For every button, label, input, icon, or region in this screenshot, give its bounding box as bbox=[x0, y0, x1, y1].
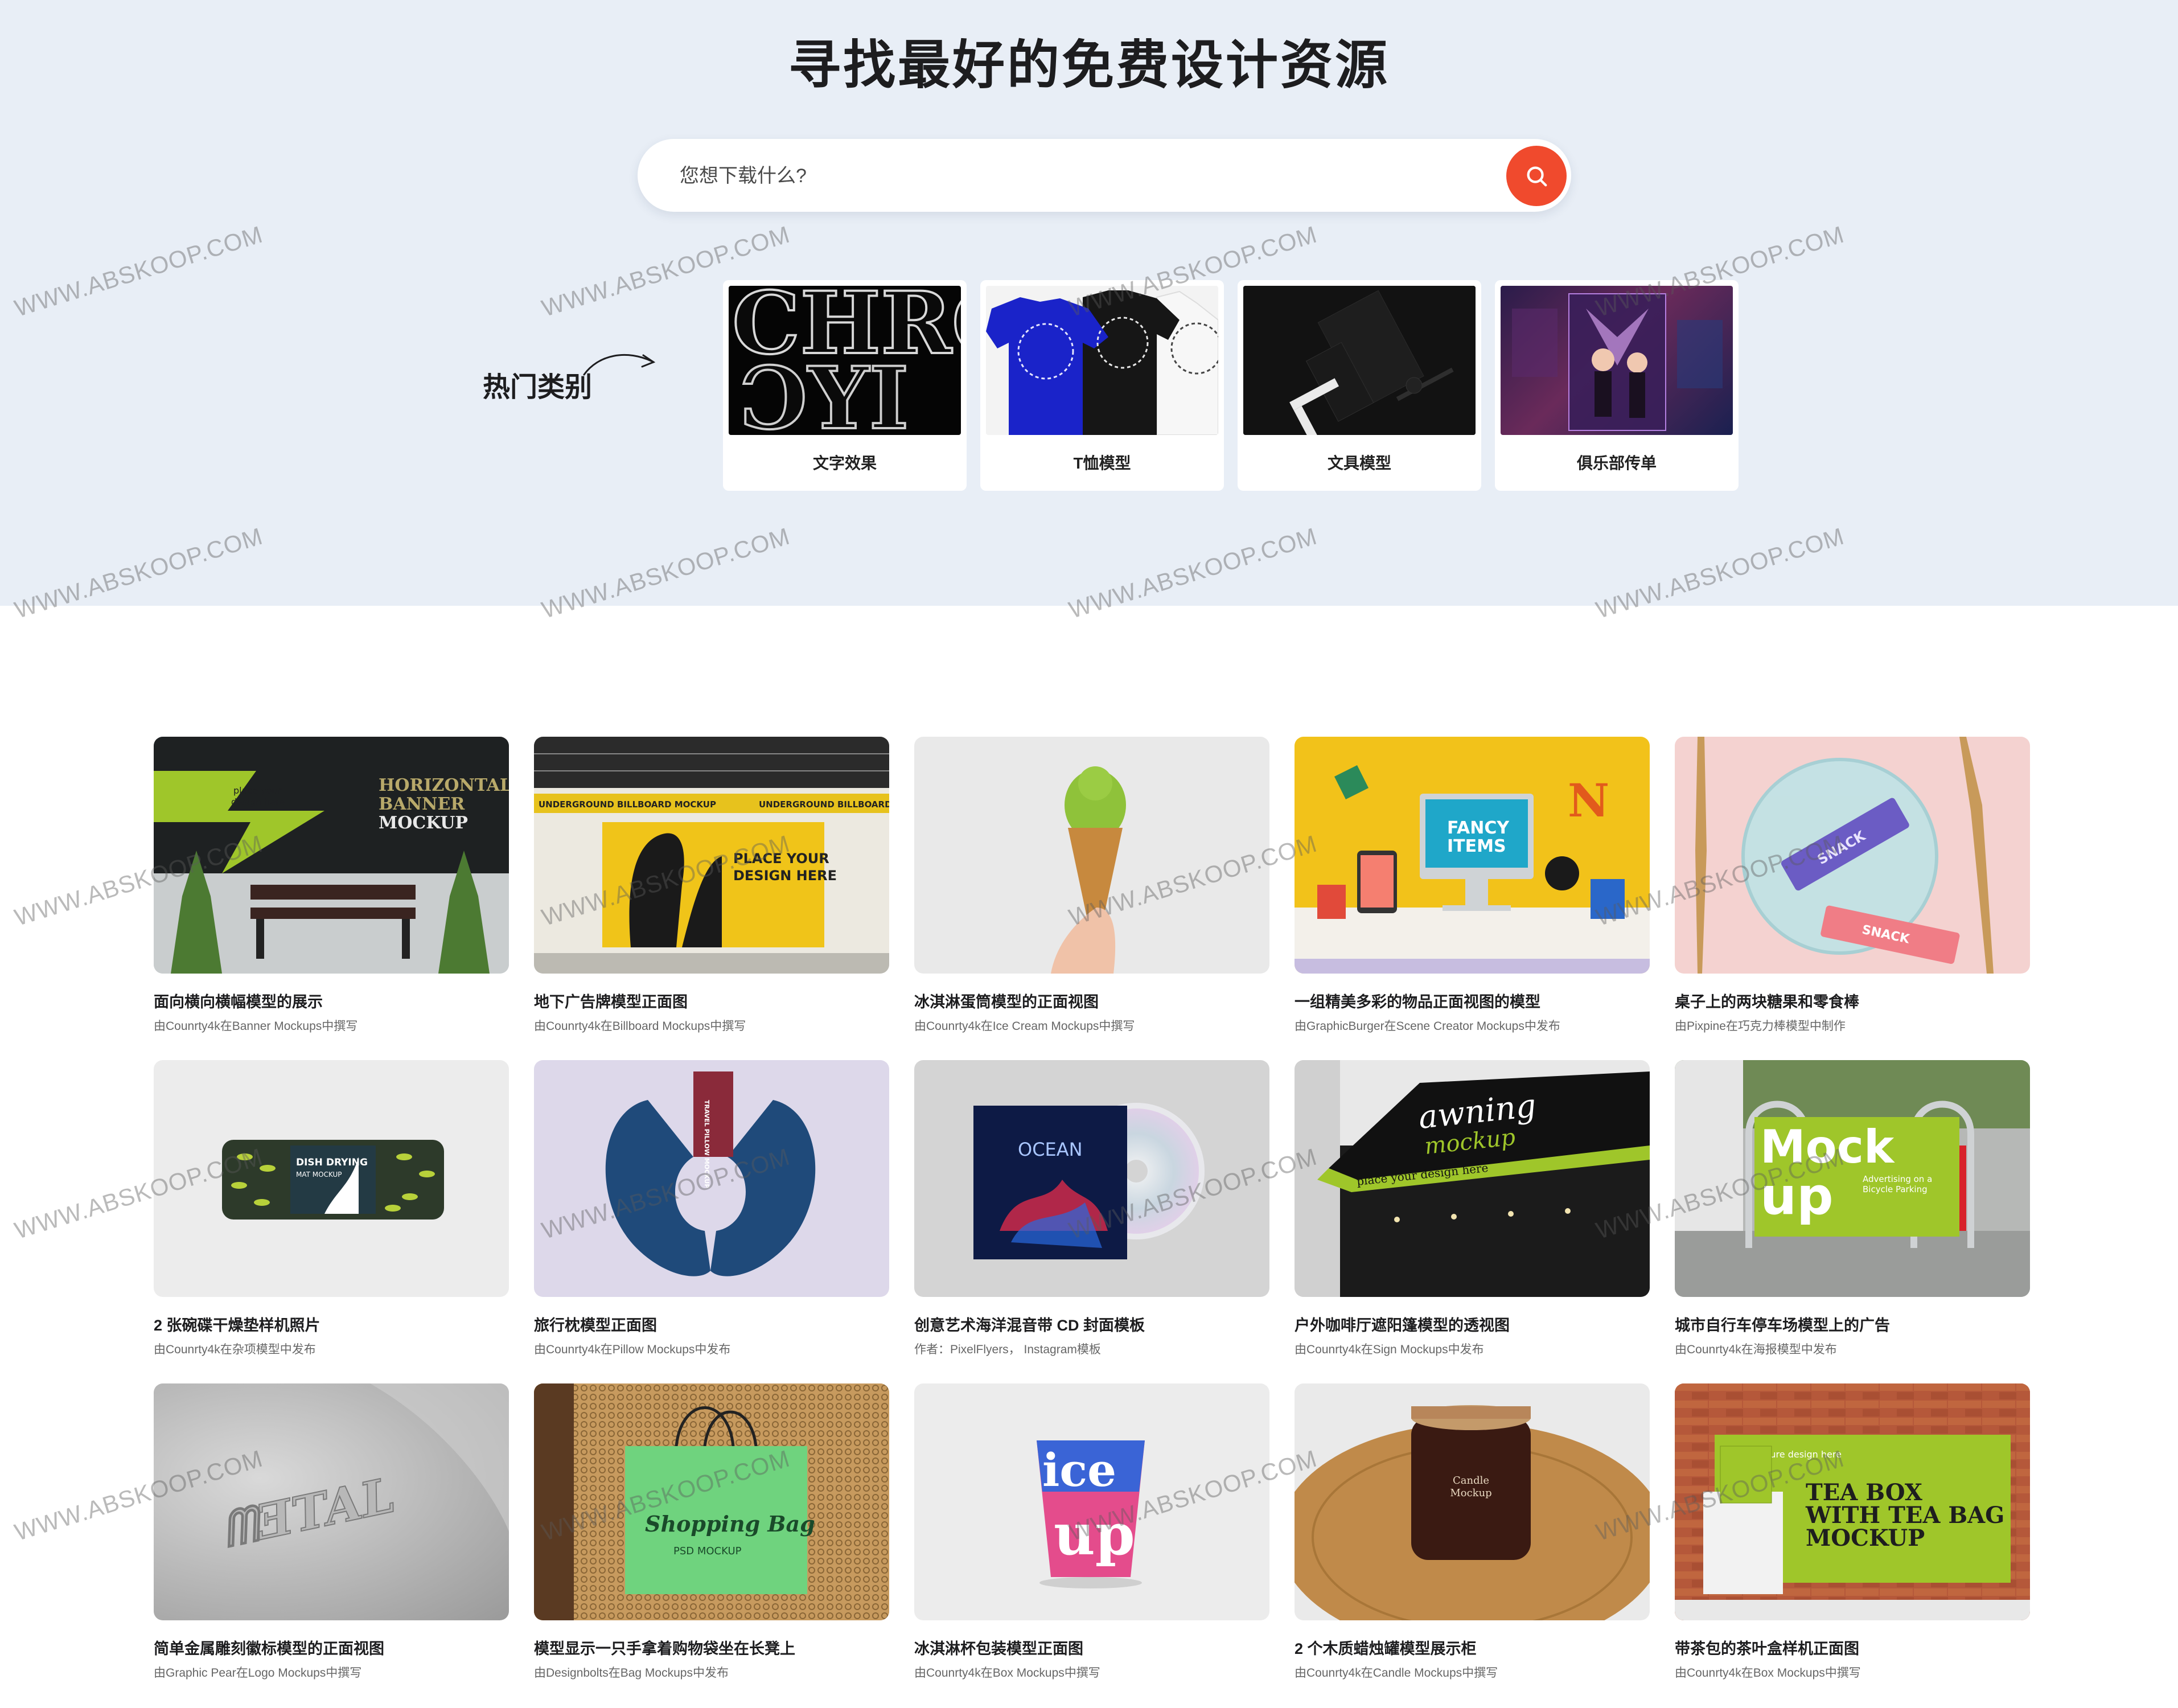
resource-title: 带茶包的茶叶盒样机正面图 bbox=[1675, 1640, 1859, 1657]
resource-author: 由Counrty4k在Ice Cream Mockups中撰写 bbox=[914, 1020, 1135, 1033]
curved-arrow-icon bbox=[583, 354, 656, 376]
resource-title: 旅行枕模型正面图 bbox=[534, 1317, 657, 1334]
thumb-text: TRAVEL PILLOW MOCKUP bbox=[703, 1100, 710, 1188]
resource-title: 户外咖啡厅遮阳篷模型的透视图 bbox=[1295, 1317, 1510, 1334]
thumb-text: PSD MOCKUP bbox=[673, 1545, 742, 1557]
search-icon bbox=[1527, 166, 1547, 187]
thumb-text: up bbox=[1760, 1167, 1834, 1226]
resource-title: 地下广告牌模型正面图 bbox=[534, 993, 688, 1011]
thumb-text: MAT MOCKUP bbox=[296, 1171, 342, 1179]
resource-thumbnail: place youre design here TEA BOX WITH TEA… bbox=[1675, 1383, 2030, 1620]
category-card-tshirt-mockups[interactable]: T恤模型 bbox=[980, 280, 1224, 491]
popular-categories-label: 热门类别 bbox=[483, 372, 593, 403]
resource-author: 由Counrty4k在Pillow Mockups中发布 bbox=[534, 1343, 731, 1356]
thumb-text: MOCKUP bbox=[1806, 1525, 1925, 1551]
svg-text:N: N bbox=[1568, 774, 1609, 827]
resource-author: 由Counrty4k在Sign Mockups中发布 bbox=[1295, 1343, 1484, 1356]
resource-thumbnail: FANCY ITEMS N bbox=[1295, 737, 1650, 974]
resource-title: 模型显示一只手拿着购物袋坐在长凳上 bbox=[534, 1640, 795, 1657]
resource-author: 由Counrty4k在Box Mockups中撰写 bbox=[914, 1666, 1100, 1680]
thumb-text: UNDERGROUND BILLBOARD MOCKUP bbox=[539, 799, 716, 810]
resource-thumbnail: Shopping Bag PSD MOCKUP bbox=[534, 1383, 889, 1620]
search-button[interactable] bbox=[1506, 146, 1567, 206]
resource-title: 一组精美多彩的物品正面视图的模型 bbox=[1295, 993, 1540, 1011]
resource-author: 由Counrty4k在Banner Mockups中撰写 bbox=[154, 1020, 358, 1033]
resource-author: 由Counrty4k在Box Mockups中撰写 bbox=[1675, 1666, 1861, 1680]
resource-thumbnail: DISH DRYING MAT MOCKUP bbox=[154, 1060, 509, 1297]
resource-author: 由Pixpine在巧克力棒模型中制作 bbox=[1675, 1020, 1846, 1033]
thumb-text: Shopping Bag bbox=[645, 1511, 815, 1537]
resource-author: 由GraphicBurger在Scene Creator Mockups中发布 bbox=[1295, 1020, 1560, 1033]
thumb-text: DESIGN HERE bbox=[733, 868, 837, 884]
category-thumbnail bbox=[986, 286, 1218, 435]
resource-title: 创意艺术海洋混音带 CD 封面模板 bbox=[914, 1317, 1145, 1334]
thumb-text: Mock bbox=[1760, 1120, 1895, 1173]
thumb-text: MOCKUP bbox=[379, 813, 468, 833]
resource-title: 简单金属雕刻徽标模型的正面视图 bbox=[154, 1640, 384, 1657]
page-title: 寻找最好的免费设计资源 bbox=[788, 36, 1390, 95]
category-thumbnail bbox=[1501, 286, 1733, 435]
category-label: T恤模型 bbox=[1073, 454, 1131, 472]
resource-author: 由Graphic Pear在Logo Mockups中撰写 bbox=[154, 1666, 362, 1680]
thumb-text: Candle Mockup bbox=[1450, 1475, 1492, 1499]
category-card-club-flyers[interactable]: 俱乐部传单 bbox=[1495, 280, 1739, 491]
resource-thumbnail: UNDERGROUND BILLBOARD MOCKUP UNDERGROUND… bbox=[534, 737, 889, 974]
thumb-text: Advertising on a Bicycle Parking bbox=[1863, 1174, 1933, 1194]
resource-title: 城市自行车停车场模型上的广告 bbox=[1675, 1317, 1890, 1334]
resource-thumbnail: HORIZONTAL BANNER MOCKUP place your desi… bbox=[154, 737, 509, 974]
category-label: 文字效果 bbox=[812, 454, 877, 472]
thumb-text: ᗰƎTAL bbox=[217, 1467, 400, 1558]
thumb-text: FANCY bbox=[1447, 818, 1510, 838]
resource-title: 2 张碗碟干燥垫样机照片 bbox=[154, 1317, 320, 1334]
thumb-text: ice bbox=[1042, 1443, 1116, 1497]
resource-title: 面向横向横幅模型的展示 bbox=[154, 993, 323, 1011]
category-label: 文具模型 bbox=[1327, 454, 1391, 472]
resource-thumbnail: awning mockup place your design here bbox=[1295, 1060, 1650, 1297]
thumb-text: PLACE YOUR bbox=[733, 851, 829, 867]
resource-title: 冰淇淋杯包装模型正面图 bbox=[914, 1640, 1083, 1657]
thumb-text: up bbox=[1054, 1501, 1135, 1568]
resource-thumbnail: ᗰƎTAL bbox=[154, 1383, 509, 1620]
category-thumbnail: CHRO ƆYI bbox=[729, 286, 961, 435]
resource-thumbnail: TRAVEL PILLOW MOCKUP bbox=[534, 1060, 889, 1297]
category-card-stationery-mockups[interactable]: 文具模型 bbox=[1238, 280, 1481, 491]
thumb-text: HORIZONTAL bbox=[379, 775, 509, 795]
thumb-text: ƆYI bbox=[740, 348, 909, 435]
thumb-text: BANNER bbox=[379, 794, 465, 814]
resource-thumbnail: SNACK SNACK bbox=[1675, 737, 2030, 974]
thumb-text: design here bbox=[231, 796, 285, 807]
resource-thumbnail: ice up bbox=[914, 1383, 1269, 1620]
thumb-text: UNDERGROUND BILLBOARD MOCKUP bbox=[759, 799, 889, 810]
thumb-text: place your bbox=[233, 785, 282, 796]
search-bar bbox=[638, 139, 1571, 213]
category-card-text-effects[interactable]: CHRO ƆYI 文字效果 bbox=[723, 280, 967, 491]
resource-title: 2 个木质蜡烛罐模型展示柜 bbox=[1295, 1640, 1477, 1657]
hero-section: 寻找最好的免费设计资源 热门类别 CHRO ƆYI 文字效果 bbox=[0, 0, 2178, 606]
resource-author: 由Designbolts在Bag Mockups中发布 bbox=[534, 1666, 729, 1680]
resource-author: 由Counrty4k在海报模型中发布 bbox=[1675, 1343, 1837, 1356]
resource-author: 由Counrty4k在杂项模型中发布 bbox=[154, 1343, 316, 1356]
category-thumbnail bbox=[1243, 286, 1476, 435]
resource-author: 由Counrty4k在Billboard Mockups中撰写 bbox=[534, 1020, 746, 1033]
resource-thumbnail: Mock up Advertising on a Bicycle Parking bbox=[1675, 1060, 2030, 1297]
resource-thumbnail bbox=[914, 737, 1269, 974]
resource-title: 桌子上的两块糖果和零食棒 bbox=[1675, 993, 1859, 1011]
resource-thumbnail: OCEAN bbox=[914, 1060, 1269, 1297]
search-input[interactable] bbox=[679, 139, 1478, 213]
category-label: 俱乐部传单 bbox=[1576, 454, 1657, 472]
thumb-text: OCEAN bbox=[1018, 1139, 1083, 1160]
resource-author: 由Counrty4k在Candle Mockups中撰写 bbox=[1295, 1666, 1498, 1680]
resource-author: 作者：PixelFlyers， Instagram模板 bbox=[914, 1343, 1101, 1356]
resource-title: 冰淇淋蛋筒模型的正面视图 bbox=[914, 993, 1099, 1011]
resource-thumbnail: Candle Mockup bbox=[1295, 1383, 1650, 1620]
thumb-text: ITEMS bbox=[1447, 836, 1506, 856]
